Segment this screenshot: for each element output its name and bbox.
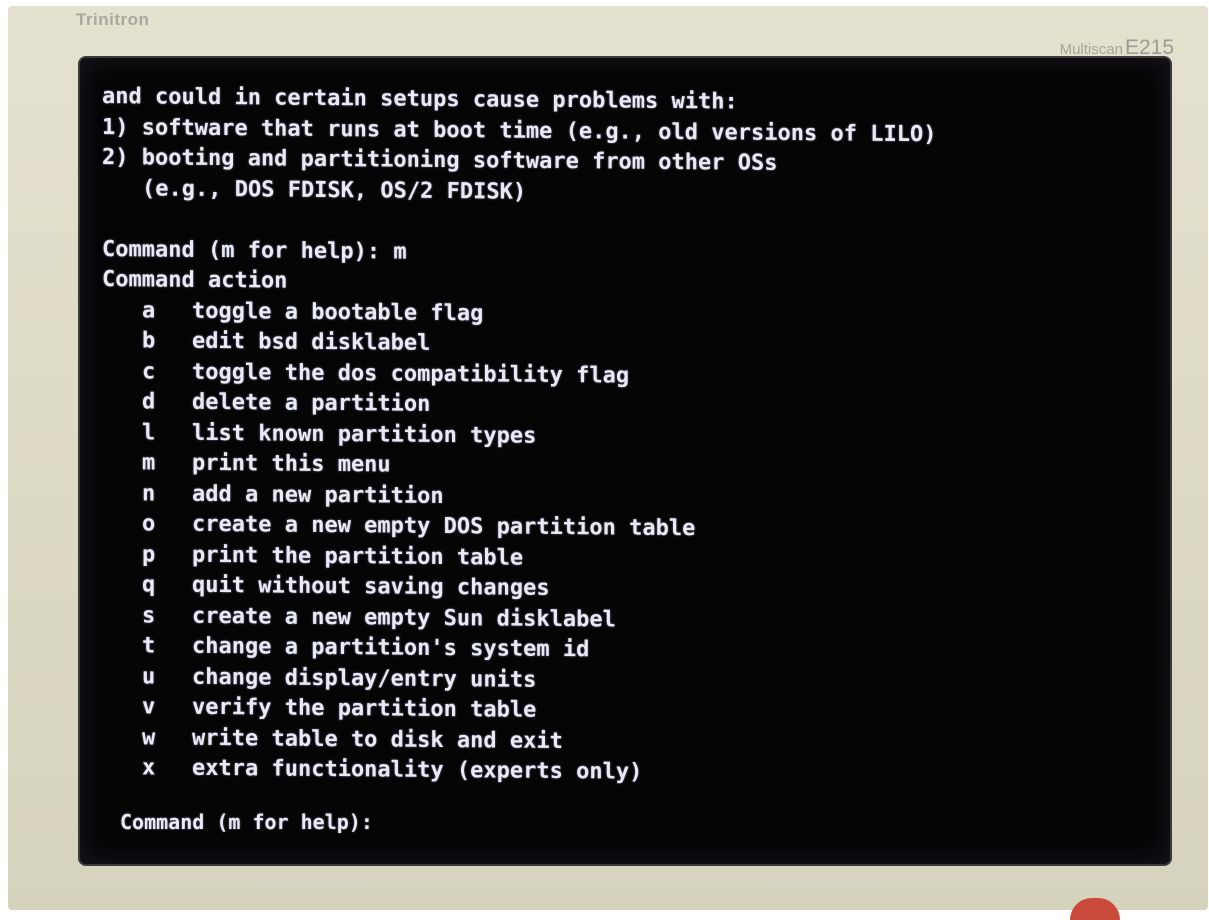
menu-item-description: extra functionality (experts only) [192, 755, 643, 785]
menu-item-key: t [142, 633, 156, 659]
menu-item-key: n [142, 480, 156, 506]
menu-item-key: m [142, 450, 156, 476]
menu-item-key: l [142, 419, 156, 445]
menu-item-description: print this menu [192, 450, 391, 478]
monitor-model-label: Multiscan E215 [1060, 36, 1174, 60]
monitor-model-number: E215 [1124, 36, 1174, 59]
menu-item-key: c [142, 358, 156, 384]
monitor-brand-logo: Trinitron [76, 10, 150, 29]
menu-item-key: o [142, 511, 156, 537]
menu-item-key: s [142, 602, 156, 628]
menu-item-key: x [142, 755, 156, 781]
menu-item-description: print the partition table [192, 542, 524, 571]
menu-item-key: q [142, 572, 156, 598]
menu-item-key: d [142, 389, 156, 415]
menu-item-description: toggle a bootable flag [192, 298, 484, 326]
menu-item-key: b [142, 328, 156, 354]
terminal-screen[interactable]: and could in certain setups cause proble… [80, 58, 1170, 864]
menu-item-key: v [142, 694, 156, 720]
monitor-model-prefix: Multiscan [1059, 41, 1123, 58]
menu-item-key: u [142, 663, 156, 689]
menu-item-description: quit without saving changes [192, 572, 550, 601]
menu-item-key: w [142, 724, 156, 750]
terminal-output: and could in certain setups cause proble… [102, 82, 1152, 793]
menu-item-description: change display/entry units [192, 664, 537, 693]
menu-item-description: create a new empty DOS partition table [192, 511, 696, 542]
menu-list: a toggle a bootable flag b edit bsd disklab… [102, 296, 1152, 793]
monitor-bezel: Trinitron Multiscan E215 and could in ce… [8, 6, 1208, 910]
menu-item-description: write table to disk and exit [192, 725, 563, 754]
menu-item-key: p [142, 541, 156, 567]
menu-item-description: edit bsd disklabel [192, 328, 431, 356]
menu-item-key: a [142, 297, 156, 323]
active-command-prompt[interactable]: Command (m for help): [120, 810, 373, 834]
menu-item-description: create a new empty Sun disklabel [192, 603, 616, 632]
menu-item-description: verify the partition table [192, 694, 537, 723]
menu-item-description: change a partition's system id [192, 633, 590, 663]
menu-item-description: add a new partition [192, 481, 444, 509]
menu-item-description: list known partition types [192, 420, 537, 449]
menu-item-description: delete a partition [192, 389, 431, 417]
menu-item-description: toggle the dos compatibility flag [192, 359, 630, 389]
